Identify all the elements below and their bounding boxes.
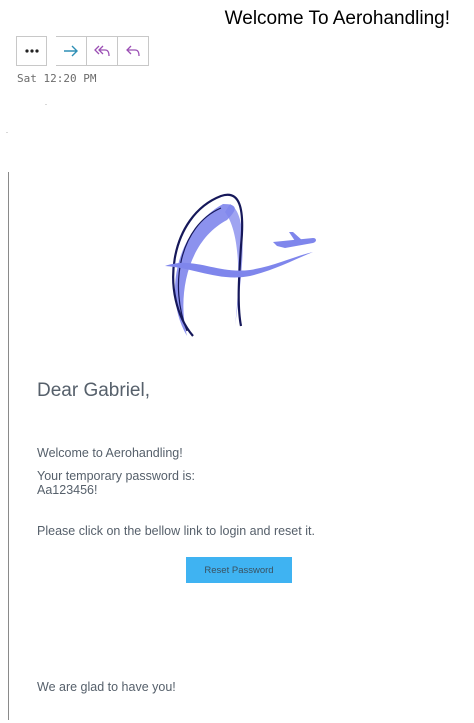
forward-button[interactable] — [56, 36, 87, 66]
received-timestamp: Sat 12:20 PM — [17, 72, 97, 85]
forward-arrow-icon — [64, 45, 78, 57]
separator-dot — [6, 132, 8, 133]
aerohandling-logo — [165, 193, 316, 337]
welcome-line: Welcome to Aerohandling! — [37, 446, 183, 460]
reply-all-icon — [94, 45, 110, 57]
reset-password-button[interactable]: Reset Password — [186, 557, 292, 583]
more-actions-button[interactable] — [16, 36, 47, 66]
password-label: Your temporary password is: — [37, 469, 195, 483]
message-toolbar — [16, 36, 149, 66]
password-value: Aa123456! — [37, 483, 98, 497]
more-ellipsis-icon — [24, 49, 39, 53]
reply-icon — [126, 45, 140, 57]
reply-button[interactable] — [118, 36, 149, 66]
message-body-border — [8, 172, 9, 720]
reply-all-button[interactable] — [87, 36, 118, 66]
separator-dot — [45, 104, 47, 105]
instruction-text: Please click on the bellow link to login… — [37, 524, 315, 538]
email-subject: Welcome To Aerohandling! — [224, 8, 450, 29]
greeting-heading: Dear Gabriel, — [37, 380, 150, 401]
closing-text: We are glad to have you! — [37, 680, 176, 694]
